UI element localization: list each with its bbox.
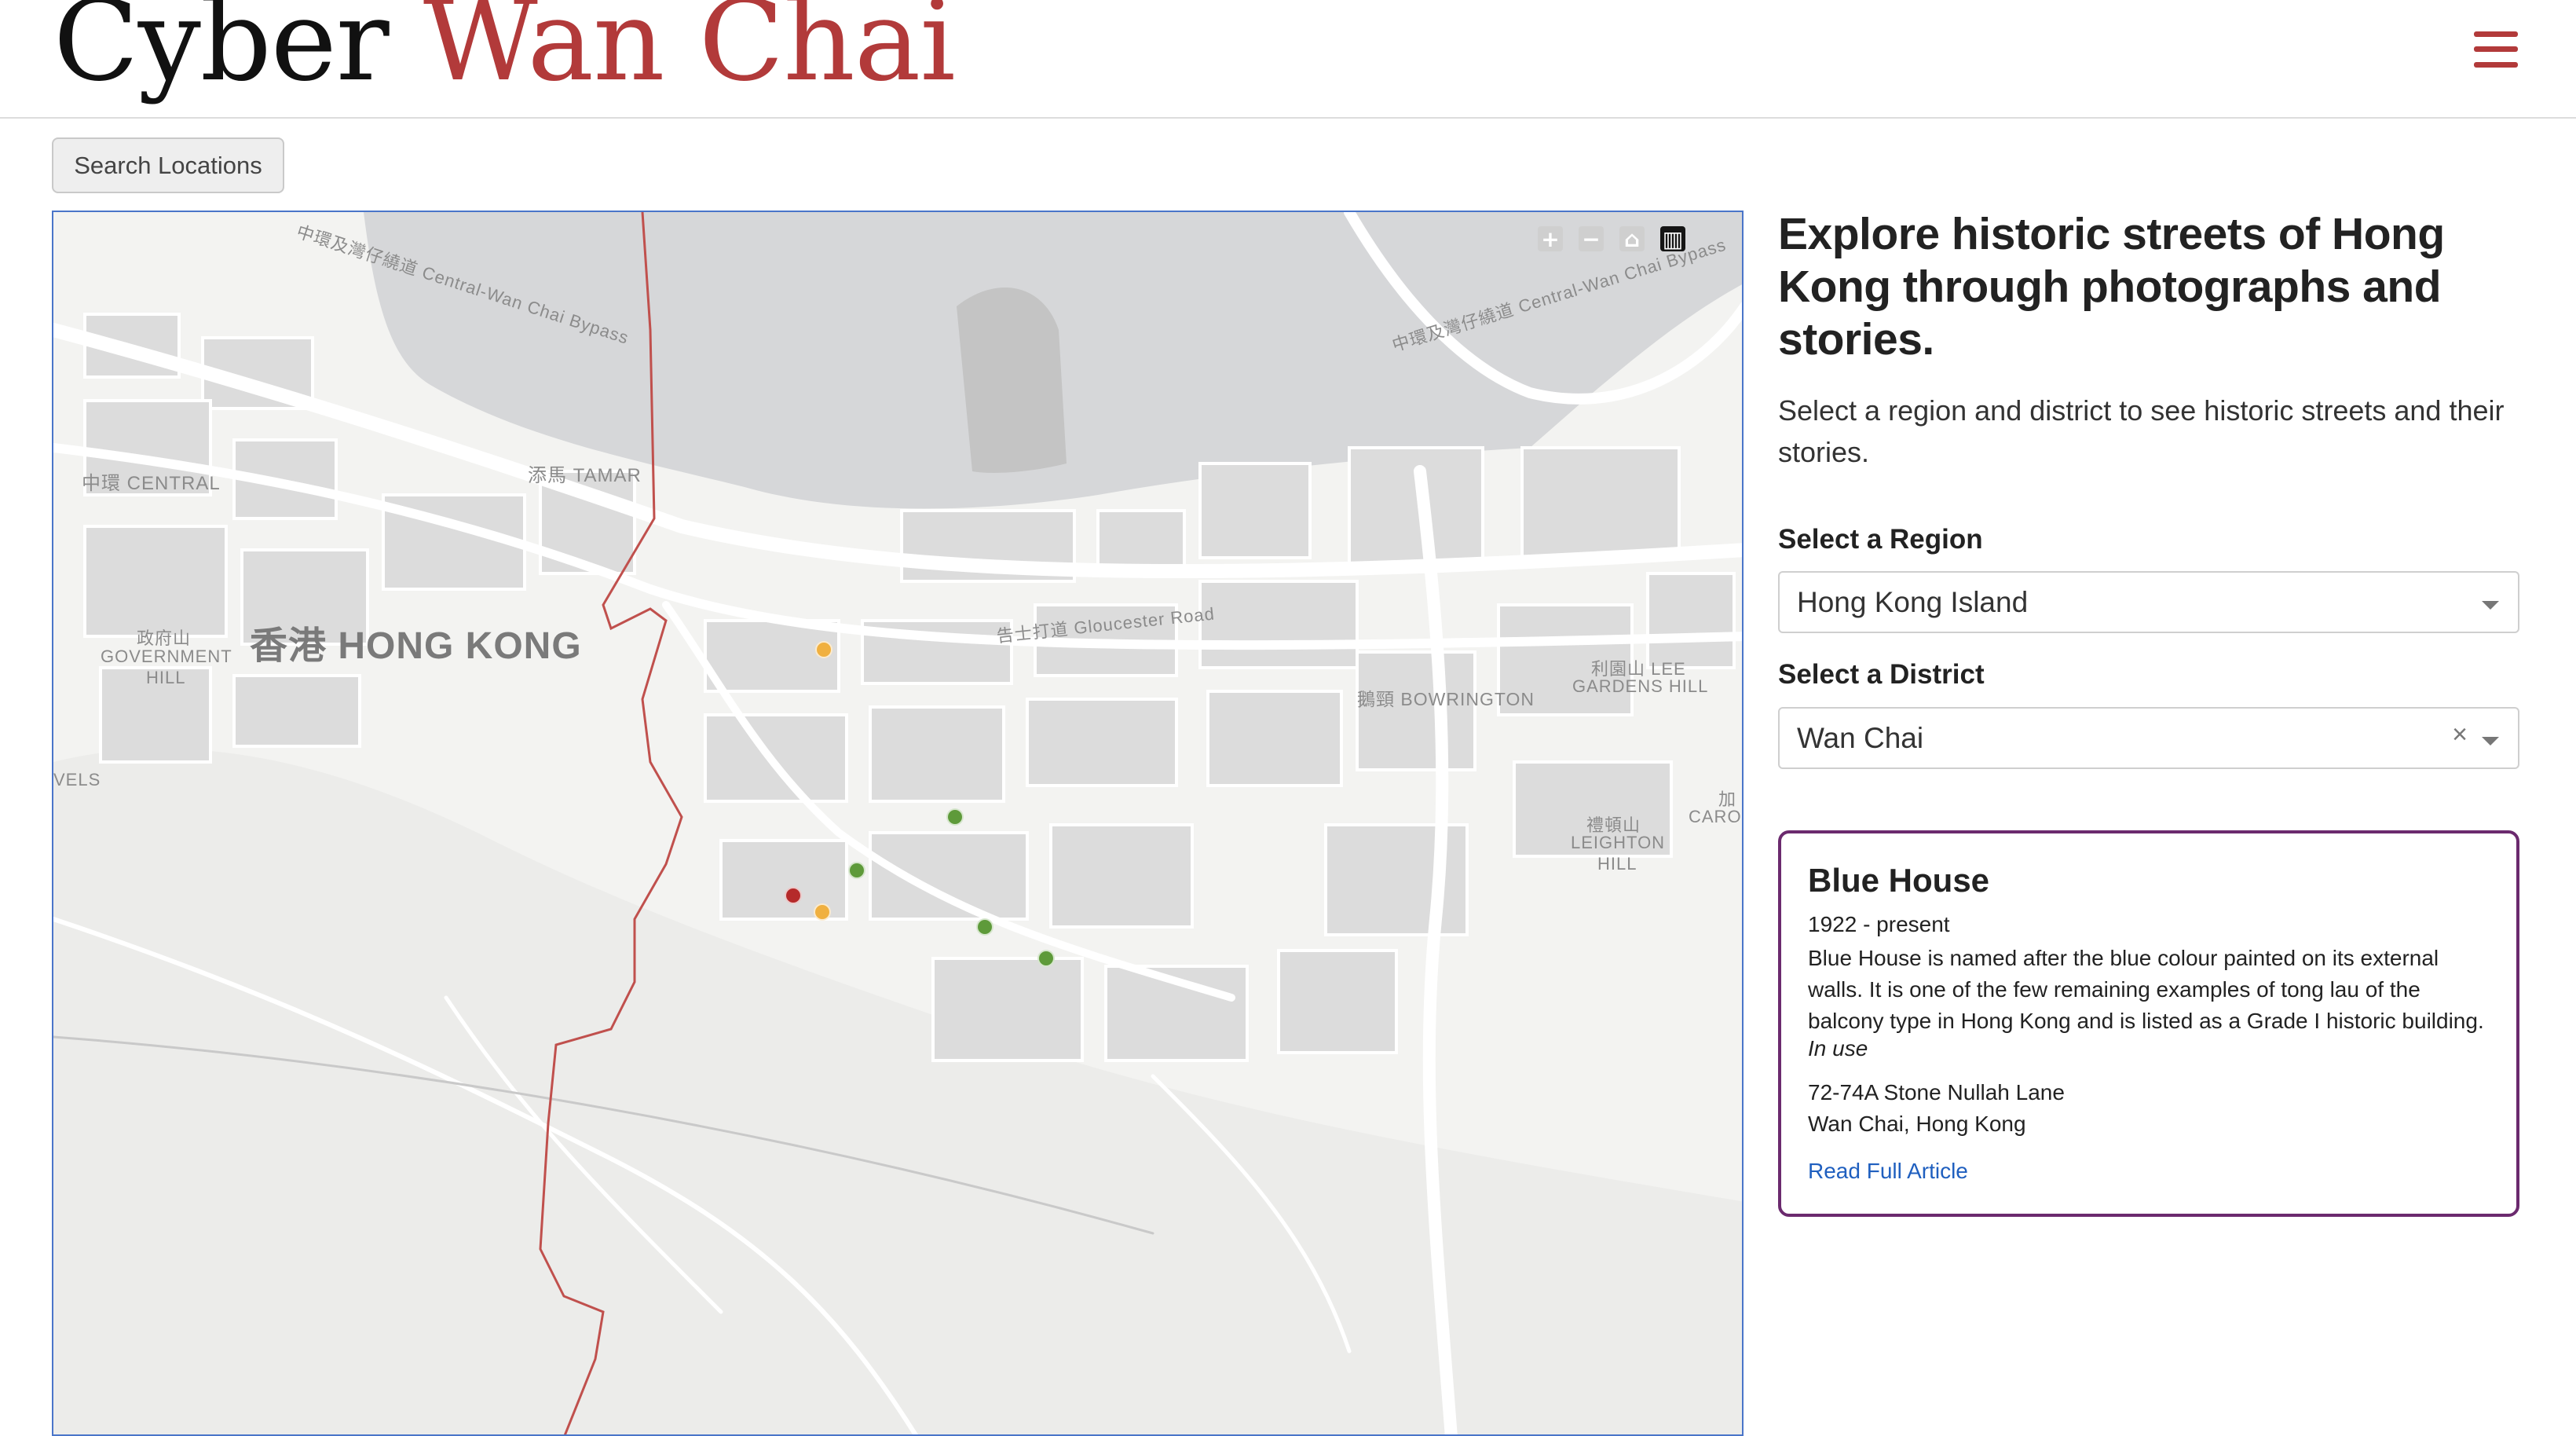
read-full-article-link[interactable]: Read Full Article [1808,1159,1968,1184]
map-marker[interactable] [848,862,865,879]
home-icon[interactable]: ⌂ [1619,226,1645,252]
region-select[interactable]: Hong Kong Island [1778,571,2519,633]
map-label-hong-kong: 香港 HONG KONG [250,625,582,667]
site-title-part2: Wan Chai [423,0,956,106]
zoom-out-icon[interactable]: − [1579,226,1604,252]
map-label-lee-gardens-2: GARDENS HILL [1572,676,1709,696]
map-label-gov-hill-2: GOVERNMENT [101,647,232,666]
map-label-caro-2: CAROL [1689,807,1742,826]
region-select-value: Hong Kong Island [1797,586,2029,618]
legend-chart-icon[interactable]: ▥ [1660,226,1685,252]
card-status: In use [1808,1036,1868,1061]
hamburger-menu-icon[interactable] [2474,31,2518,68]
panel-title: Explore historic streets of Hong Kong th… [1778,209,2445,364]
map-label-bowrington: 鵝頸 BOWRINGTON [1357,689,1535,709]
map-label-leighton-3: HILL [1597,854,1637,874]
zoom-in-icon[interactable]: + [1538,226,1563,252]
map-marker-selected[interactable] [785,887,802,904]
search-locations-button[interactable]: Search Locations [52,137,284,193]
map-marker[interactable] [946,808,964,826]
side-panel: Explore historic streets of Hong Kong th… [1778,208,2519,1217]
chevron-down-icon [2482,737,2499,745]
map-marker[interactable] [976,918,993,936]
card-address-line2: Wan Chai, Hong Kong [1808,1112,2026,1136]
district-select-value: Wan Chai [1797,722,1924,754]
map-basemap [53,212,1742,1434]
site-title-part1: Cyber [53,0,390,106]
panel-intro: Select a region and district to see hist… [1778,394,2505,468]
district-label: Select a District [1778,659,1985,690]
card-address-line1: 72-74A Stone Nullah Lane [1808,1080,2065,1104]
map[interactable]: 中環及灣仔繞道 Central-Wan Chai Bypass 中環及灣仔繞道 … [52,211,1744,1436]
map-marker[interactable] [815,641,832,658]
site-title[interactable]: Cyber Wan Chai [53,0,956,101]
map-label-gov-hill-3: HILL [146,668,186,687]
region-label: Select a Region [1778,524,1983,555]
site-header: Cyber Wan Chai [0,0,2576,119]
map-marker[interactable] [1037,950,1055,967]
map-label-central: 中環 CENTRAL [82,473,221,494]
card-title: Blue House [1808,862,1990,899]
chevron-down-icon [2482,601,2499,610]
map-marker[interactable] [814,903,831,921]
district-select[interactable]: Wan Chai × [1778,707,2519,769]
card-description: Blue House is named after the blue colou… [1808,946,2484,1033]
map-label-tamar: 添馬 TAMAR [528,465,642,486]
map-label-leighton-2: LEIGHTON [1571,833,1666,852]
map-label-vels: VELS [53,770,101,789]
clear-icon[interactable]: × [2452,720,2468,750]
card-dates: 1922 - present [1808,912,1950,936]
location-card: Blue House 1922 - present Blue House is … [1778,830,2519,1217]
map-controls: + − ⌂ ▥ [1538,226,1685,253]
